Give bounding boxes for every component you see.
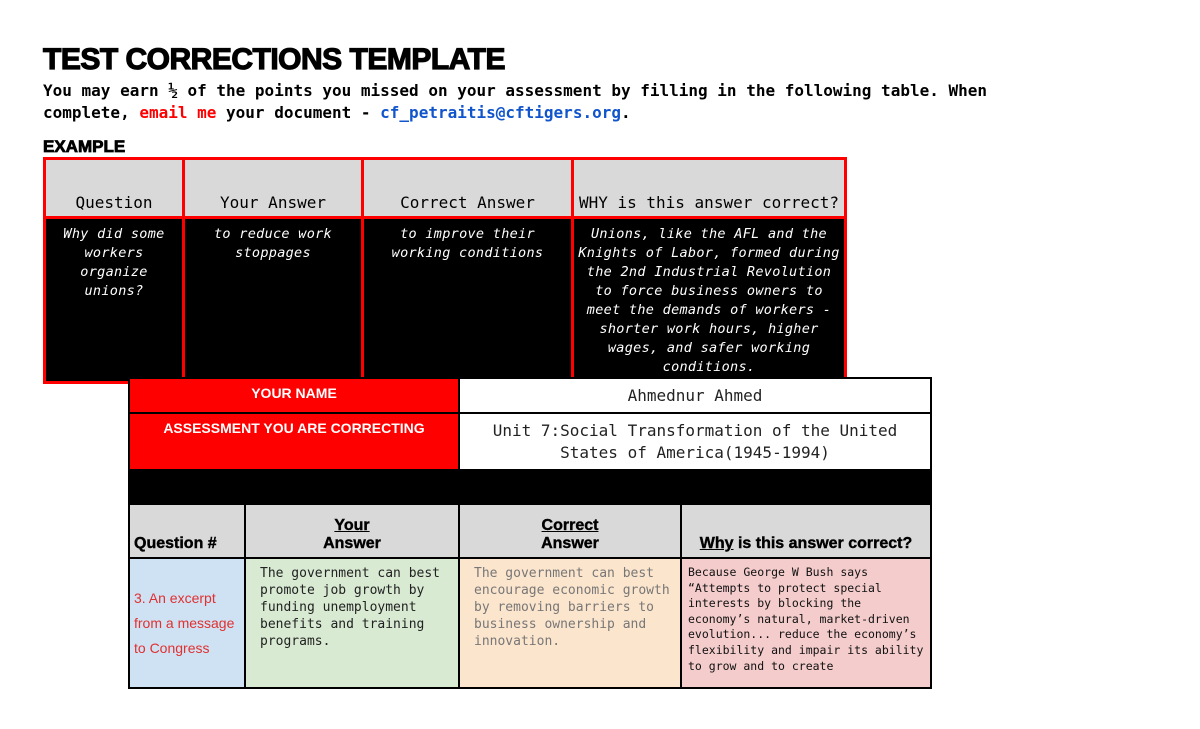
instructions-text-2: your document - bbox=[216, 103, 381, 122]
correct-answer-cell[interactable]: The government can best encourage econom… bbox=[458, 557, 682, 689]
example-table: Question Your Answer Correct Answer WHY … bbox=[43, 157, 847, 384]
header-your-answer: Your Answer bbox=[244, 503, 460, 559]
example-correct-answer: to improve their working conditions bbox=[361, 216, 574, 384]
name-label: YOUR NAME bbox=[128, 377, 460, 414]
example-label: EXAMPLE bbox=[43, 137, 126, 157]
example-question: Why did some workers organize unions? bbox=[43, 216, 185, 384]
question-cell[interactable]: 3. An excerpt from a message to Congress bbox=[128, 557, 246, 689]
header-question-number: Question # bbox=[128, 503, 246, 559]
header-your-answer-underlined: Your bbox=[334, 517, 370, 534]
corrections-table: YOUR NAME Ahmednur Ahmed ASSESSMENT YOU … bbox=[128, 377, 932, 689]
email-me-text: email me bbox=[139, 103, 217, 122]
table-row: 3. An excerpt from a message to Congress… bbox=[128, 557, 932, 689]
header-correct-answer-underlined: Correct bbox=[541, 517, 599, 534]
header-why-underlined: Why bbox=[699, 535, 734, 552]
email-link[interactable]: cf_petraitis@cftigers.org bbox=[380, 103, 621, 122]
header-why-rest: is this answer correct? bbox=[733, 535, 913, 552]
instructions: You may earn ½ of the points you missed … bbox=[43, 80, 1053, 124]
example-row: Why did some workers organize unions? to… bbox=[43, 216, 847, 384]
your-answer-cell[interactable]: The government can best promote job grow… bbox=[244, 557, 460, 689]
header-why: Why is this answer correct? bbox=[680, 503, 932, 559]
period: . bbox=[620, 103, 631, 122]
assessment-field[interactable]: Unit 7:Social Transformation of the Unit… bbox=[458, 412, 932, 471]
example-header-your-answer: Your Answer bbox=[182, 157, 364, 219]
divider-row bbox=[128, 469, 932, 505]
header-correct-answer: Correct Answer bbox=[458, 503, 682, 559]
example-your-answer: to reduce work stoppages bbox=[182, 216, 364, 384]
example-header-why: WHY is this answer correct? bbox=[571, 157, 847, 219]
example-why: Unions, like the AFL and the Knights of … bbox=[571, 216, 847, 384]
example-header-question: Question bbox=[43, 157, 185, 219]
name-field[interactable]: Ahmednur Ahmed bbox=[458, 377, 932, 414]
why-cell[interactable]: Because George W Bush says “Attempts to … bbox=[680, 557, 932, 689]
header-correct-answer-rest: Answer bbox=[541, 535, 599, 552]
header-your-answer-rest: Answer bbox=[323, 535, 381, 552]
divider bbox=[128, 469, 932, 505]
page-title: TEST CORRECTIONS TEMPLATE bbox=[42, 42, 506, 76]
assessment-label: ASSESSMENT YOU ARE CORRECTING bbox=[128, 412, 460, 471]
example-header-correct-answer: Correct Answer bbox=[361, 157, 574, 219]
